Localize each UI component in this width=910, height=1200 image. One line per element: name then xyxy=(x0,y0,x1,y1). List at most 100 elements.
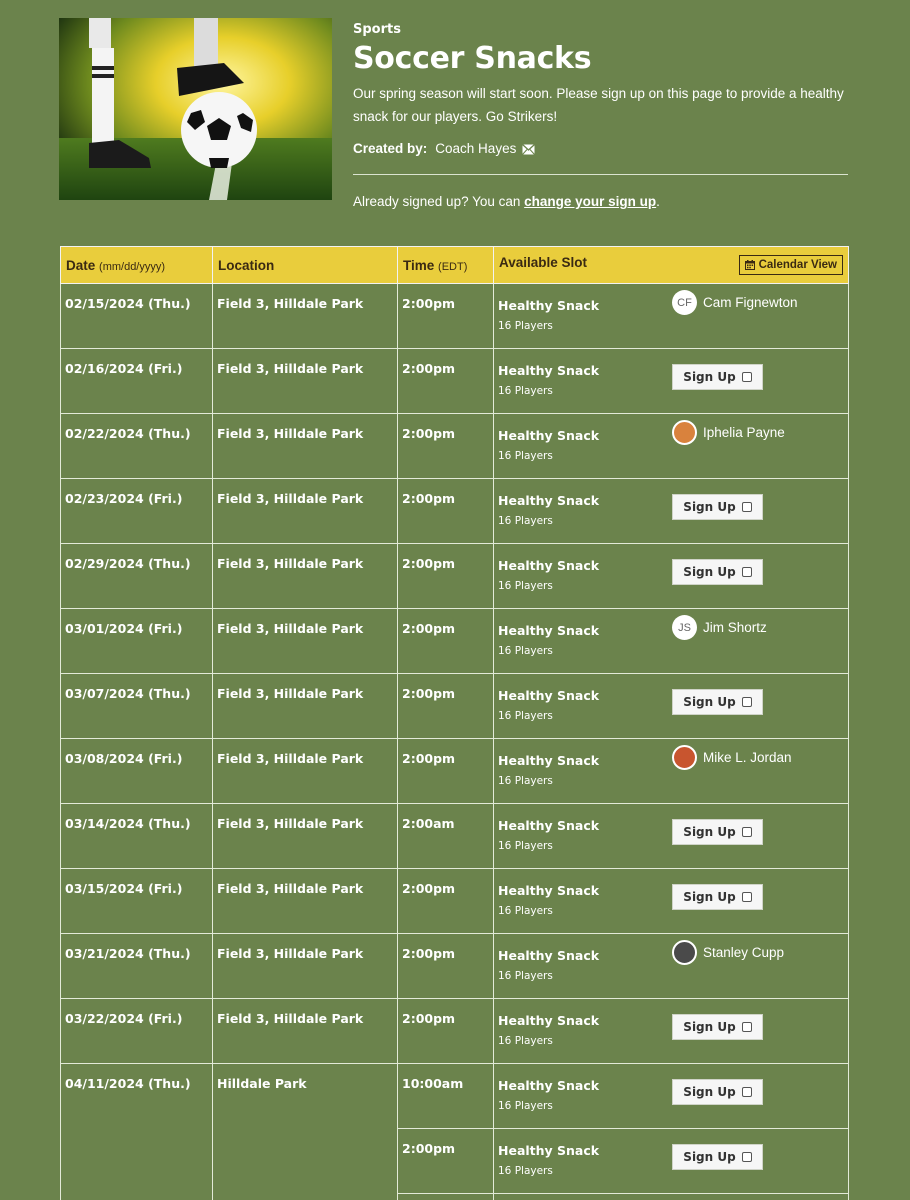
person-name: Stanley Cupp xyxy=(703,945,785,960)
table-row: 02/15/2024 (Thu.) Field 3, Hilldale Park 2… xyxy=(60,283,849,349)
date-cell-text: 03/08/2024 (Fri.) xyxy=(65,751,183,766)
slot-action: Iphelia Payne xyxy=(672,420,842,462)
time-cell: 2:00pm xyxy=(397,348,494,414)
slot-info: Healthy Snack 16 Players xyxy=(498,420,599,462)
slot-name: Healthy Snack xyxy=(498,558,600,573)
time-cell-text: 2:00pm xyxy=(402,751,456,766)
date-cell-text: 03/14/2024 (Thu.) xyxy=(65,816,191,831)
table-row: 03/01/2024 (Fri.) Field 3, Hilldale Park 2… xyxy=(60,608,849,674)
slot-action: Sign Up xyxy=(672,355,842,397)
sign-up-button[interactable]: Sign Up xyxy=(672,1014,763,1040)
slot-info: Healthy Snack 16 Players xyxy=(498,290,599,332)
slot-name: Healthy Snack xyxy=(498,688,600,703)
slot-quantity: 16 Players xyxy=(498,1035,553,1047)
slot-info: Healthy Snack 16 Players xyxy=(498,1070,599,1112)
header-time: Time (EDT) xyxy=(397,246,494,284)
slot-info: Healthy Snack 16 Players xyxy=(498,1005,599,1047)
date-cell-text: 02/16/2024 (Fri.) xyxy=(65,361,183,376)
avatar: CF xyxy=(672,290,697,315)
location-cell: Field 3, Hilldale Park xyxy=(212,868,398,934)
location-cell: Field 3, Hilldale Park xyxy=(212,543,398,609)
table-row: 04/11/2024 (Thu.) Hilldale Park 10:00am Hea… xyxy=(60,1063,849,1200)
slot-name: Healthy Snack xyxy=(498,883,600,898)
date-cell: 03/08/2024 (Fri.) xyxy=(60,738,213,804)
slot-name: Healthy Snack xyxy=(498,1143,600,1158)
slot-action: Sign Up xyxy=(672,875,842,917)
date-cell: 03/01/2024 (Fri.) xyxy=(60,608,213,674)
date-cell-text: 02/22/2024 (Thu.) xyxy=(65,426,191,441)
slot-wrap: Healthy Snack 16 Players Mike L. Jordan xyxy=(494,739,848,787)
slot-action: Sign Up xyxy=(672,810,842,852)
checkbox-icon[interactable] xyxy=(741,697,752,707)
calendar-view-button[interactable]: Calendar View xyxy=(738,255,843,275)
table-row: 02/29/2024 (Thu.) Field 3, Hilldale Park 2… xyxy=(60,543,849,609)
checkbox-icon[interactable] xyxy=(741,372,752,382)
checkbox-icon[interactable] xyxy=(741,1087,752,1097)
checkbox-icon[interactable] xyxy=(741,892,752,902)
sign-up-button[interactable]: Sign Up xyxy=(672,1079,763,1105)
checkbox-icon[interactable] xyxy=(741,567,752,577)
sign-up-button[interactable]: Sign Up xyxy=(672,1144,763,1170)
checkbox-icon[interactable] xyxy=(741,1152,752,1162)
table-row: 03/14/2024 (Thu.) Field 3, Hilldale Park 2… xyxy=(60,803,849,869)
signed-up-person: Mike L. Jordan xyxy=(672,745,842,770)
time-cell: 2:00pm xyxy=(397,543,494,609)
slot-info: Healthy Snack 16 Players xyxy=(498,745,599,787)
location-cell-text: Field 3, Hilldale Park xyxy=(217,426,364,441)
slot-quantity: 16 Players xyxy=(498,1100,553,1112)
slot-quantity: 16 Players xyxy=(498,970,553,982)
slot-wrap: Healthy Snack 16 Players Sign Up xyxy=(494,544,848,592)
slot-name: Healthy Snack xyxy=(498,753,600,768)
signed-up-person: CF Cam Fignewton xyxy=(672,290,842,315)
slot-cell: Healthy Snack 16 Players Sign Up xyxy=(493,543,849,609)
date-cell: 02/22/2024 (Thu.) xyxy=(60,413,213,479)
signed-up-person: JS Jim Shortz xyxy=(672,615,842,640)
table-row: 02/22/2024 (Thu.) Field 3, Hilldale Park 2… xyxy=(60,413,849,479)
slot-quantity: 16 Players xyxy=(498,905,553,917)
envelope-icon[interactable] xyxy=(522,143,536,155)
header-location: Location xyxy=(212,246,398,284)
sign-up-button[interactable]: Sign Up xyxy=(672,494,763,520)
person-name: Jim Shortz xyxy=(703,620,767,635)
sign-up-button[interactable]: Sign Up xyxy=(672,689,763,715)
date-cell: 03/21/2024 (Thu.) xyxy=(60,933,213,999)
location-cell-text: Field 3, Hilldale Park xyxy=(217,946,364,961)
slot-info: Healthy Snack 16 Players xyxy=(498,550,599,592)
already-signed-up: Already signed up? You can change your s… xyxy=(353,194,660,209)
signed-up-person: Stanley Cupp xyxy=(672,940,842,965)
avatar: JS xyxy=(672,615,697,640)
slot-wrap: Healthy Snack 16 Players Iphelia Payne xyxy=(494,414,848,462)
person-name: Mike L. Jordan xyxy=(703,750,792,765)
slot-name: Healthy Snack xyxy=(498,363,600,378)
date-cell: 04/11/2024 (Thu.) xyxy=(60,1063,213,1200)
location-cell: Field 3, Hilldale Park xyxy=(212,998,398,1064)
change-signup-link[interactable]: change your sign up xyxy=(524,194,656,209)
location-cell: Field 3, Hilldale Park xyxy=(212,283,398,349)
slot-quantity: 16 Players xyxy=(498,385,553,397)
slot-cell: Healthy Snack 16 Players Sign Up xyxy=(493,998,849,1064)
table-row: 02/16/2024 (Fri.) Field 3, Hilldale Park 2… xyxy=(60,348,849,414)
slot-quantity: 16 Players xyxy=(498,515,553,527)
checkbox-icon[interactable] xyxy=(741,502,752,512)
table-row: 03/22/2024 (Fri.) Field 3, Hilldale Park 2… xyxy=(60,998,849,1064)
checkbox-icon[interactable] xyxy=(741,1022,752,1032)
sign-up-button[interactable]: Sign Up xyxy=(672,559,763,585)
event-info: Sports Soccer Snacks Our spring season w… xyxy=(353,20,848,209)
table-row: 03/07/2024 (Thu.) Field 3, Hilldale Park 2… xyxy=(60,673,849,739)
created-by-label: Created by: xyxy=(353,141,428,156)
time-cell: 2:00pm xyxy=(397,413,494,479)
slot-cell: Healthy Snack 16 Players Sign Up xyxy=(493,348,849,414)
slot-cell: Healthy Snack 16 Players Mike L. Jordan xyxy=(493,738,849,804)
checkbox-icon[interactable] xyxy=(741,827,752,837)
sign-up-label: Sign Up xyxy=(683,825,736,839)
sign-up-button[interactable]: Sign Up xyxy=(672,884,763,910)
sign-up-button[interactable]: Sign Up xyxy=(672,819,763,845)
person-name: Cam Fignewton xyxy=(703,295,798,310)
sign-up-button[interactable]: Sign Up xyxy=(672,364,763,390)
time-cell-text: 2:00pm xyxy=(402,1141,456,1156)
slot-name: Healthy Snack xyxy=(498,428,600,443)
table-row: 03/21/2024 (Thu.) Field 3, Hilldale Park 2… xyxy=(60,933,849,999)
slot-quantity: 16 Players xyxy=(498,840,553,852)
slot-cell: Healthy Snack 16 Players Sign Up xyxy=(493,673,849,739)
time-cell: 2:00pm xyxy=(397,868,494,934)
